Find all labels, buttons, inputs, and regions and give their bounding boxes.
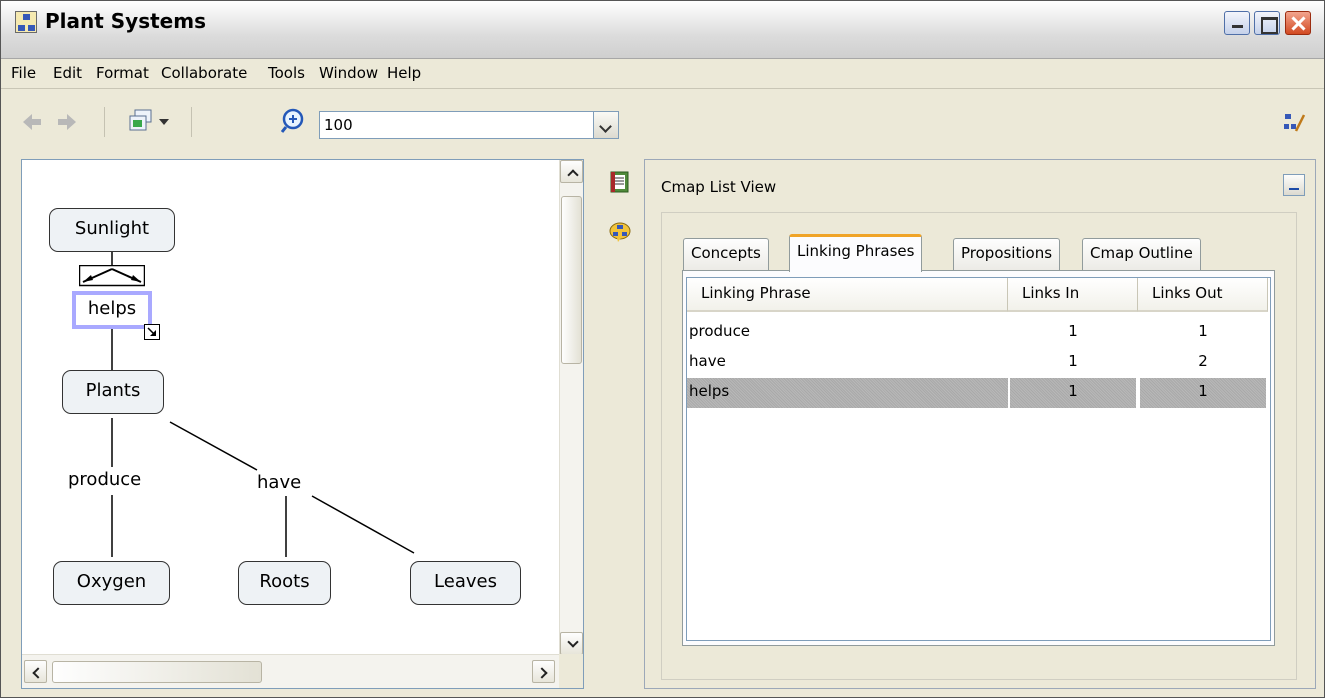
vertical-scroll-thumb[interactable]	[561, 196, 582, 364]
menu-edit[interactable]: Edit	[53, 64, 82, 82]
menu-window[interactable]: Window	[319, 64, 378, 82]
cell-links-out: 1	[1140, 378, 1266, 408]
toolbar	[1, 89, 1324, 157]
cmap-list-view-panel: Cmap List View Concepts Linking Phrases …	[644, 159, 1316, 689]
close-button[interactable]	[1285, 11, 1311, 35]
view-dropdown-arrow-icon[interactable]	[159, 119, 169, 125]
cell-phrase: have	[689, 352, 726, 370]
menu-file[interactable]: File	[11, 64, 36, 82]
window-title: Plant Systems	[45, 9, 206, 33]
column-header-linking-phrase[interactable]: Linking Phrase	[687, 278, 1008, 312]
toolbar-separator	[104, 107, 105, 137]
column-header-links-in[interactable]: Links In	[1008, 278, 1138, 312]
phrase-produce[interactable]: produce	[66, 469, 144, 490]
scroll-left-button[interactable]	[24, 660, 47, 683]
link-direction-handle-icon[interactable]	[79, 265, 145, 287]
menu-format[interactable]: Format	[96, 64, 149, 82]
zoom-in-icon[interactable]	[281, 107, 309, 135]
concept-oxygen[interactable]: Oxygen	[53, 561, 170, 605]
menu-help[interactable]: Help	[387, 64, 421, 82]
zoom-input[interactable]	[319, 111, 611, 139]
concept-map-canvas[interactable]: Sunlight helps Plants produce have Oxyge…	[21, 159, 584, 689]
linking-phrases-table[interactable]: Linking Phrase Links In Links Out produc…	[686, 277, 1271, 641]
forward-arrow-icon[interactable]	[56, 111, 78, 133]
list-view-title: Cmap List View	[661, 178, 777, 196]
maximize-button[interactable]	[1254, 11, 1280, 35]
table-row[interactable]: produce 1 1	[687, 318, 1270, 348]
close-icon	[1286, 12, 1310, 34]
view-layout-icon[interactable]	[127, 107, 155, 135]
menu-tools[interactable]: Tools	[268, 64, 305, 82]
tab-concepts[interactable]: Concepts	[683, 238, 769, 270]
cell-phrase: helps	[687, 378, 1008, 408]
phrase-helps-selected[interactable]: helps	[72, 291, 152, 329]
scroll-up-button[interactable]	[560, 160, 583, 183]
tab-cmap-outline[interactable]: Cmap Outline	[1082, 238, 1201, 270]
cmap-view-icon[interactable]	[609, 221, 631, 243]
concept-roots[interactable]: Roots	[238, 561, 331, 605]
toolbar-separator	[191, 107, 192, 137]
collapse-panel-button[interactable]	[1283, 174, 1305, 196]
menu-bar: File Edit Format Collaborate Tools Windo…	[1, 59, 1324, 89]
concept-map-icon	[15, 11, 37, 33]
linking-phrases-table-container: Linking Phrase Links In Links Out produc…	[682, 270, 1275, 646]
cell-phrase: produce	[689, 322, 751, 340]
resize-handle-icon[interactable]	[144, 324, 160, 340]
cell-links-out: 2	[1198, 352, 1208, 370]
title-bar: Plant Systems	[1, 1, 1324, 59]
concept-sunlight[interactable]: Sunlight	[49, 208, 175, 252]
maximize-icon	[1255, 12, 1279, 34]
minimize-icon	[1225, 12, 1249, 34]
scroll-corner	[559, 654, 583, 688]
tab-propositions[interactable]: Propositions	[953, 238, 1061, 270]
menu-collaborate[interactable]: Collaborate	[161, 64, 247, 82]
horizontal-scrollbar[interactable]	[22, 654, 561, 688]
zoom-dropdown-button[interactable]	[593, 111, 619, 139]
phrase-have[interactable]: have	[255, 472, 304, 493]
scroll-down-button[interactable]	[560, 632, 583, 655]
column-header-links-out[interactable]: Links Out	[1138, 278, 1268, 312]
scroll-right-button[interactable]	[532, 660, 555, 683]
vertical-scrollbar[interactable]	[559, 160, 583, 656]
horizontal-scroll-thumb[interactable]	[52, 661, 262, 683]
minimize-button[interactable]	[1224, 11, 1250, 35]
app-window: Plant Systems File Edit Format Collabora…	[0, 0, 1325, 698]
concept-plants[interactable]: Plants	[62, 370, 164, 414]
cell-links-out: 1	[1198, 322, 1208, 340]
table-row-selected[interactable]: helps 1 1	[687, 378, 1270, 408]
tab-linking-phrases[interactable]: Linking Phrases	[789, 234, 923, 272]
cell-links-in: 1	[1068, 352, 1078, 370]
cell-links-in: 1	[1010, 378, 1136, 408]
back-arrow-icon[interactable]	[21, 111, 43, 133]
list-view-icon[interactable]	[609, 171, 631, 193]
concept-leaves[interactable]: Leaves	[410, 561, 521, 605]
table-row[interactable]: have 1 2	[687, 348, 1270, 378]
collaboration-icon[interactable]	[1282, 111, 1306, 135]
cell-links-in: 1	[1068, 322, 1078, 340]
